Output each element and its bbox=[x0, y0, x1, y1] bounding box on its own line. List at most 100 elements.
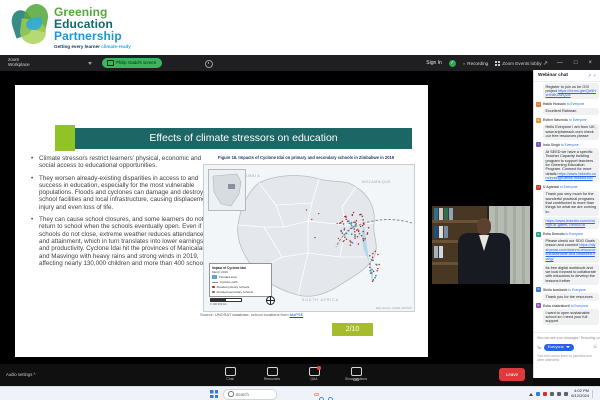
chat-message: U U Agarwal to Everyone Thank you very m… bbox=[536, 185, 599, 229]
zoom-events-lobby-link[interactable]: Zoom Events lobby ↗ bbox=[495, 60, 548, 67]
slide-title-accent bbox=[55, 125, 75, 151]
slide-bullet-list: Climate stressors restrict learners’ phy… bbox=[31, 155, 215, 272]
external-link-icon: ↗ bbox=[543, 61, 548, 67]
zoom-workplace-logo: zoomWorkplace bbox=[8, 57, 30, 68]
avatar: S bbox=[536, 287, 541, 292]
start-button-icon[interactable] bbox=[210, 390, 218, 398]
flooded-area-swatch bbox=[212, 275, 217, 279]
avatar: U bbox=[536, 185, 541, 190]
compass-icon bbox=[266, 296, 275, 305]
avatar: E bbox=[536, 118, 541, 123]
figure-source: Source: UNOSAT database, school location… bbox=[200, 312, 303, 317]
secondary-school-swatch bbox=[212, 291, 215, 294]
source-link[interactable]: MoPSE bbox=[290, 312, 304, 317]
close-button[interactable]: × bbox=[586, 60, 594, 66]
avatar: I bbox=[536, 142, 541, 147]
chat-message-list[interactable]: Register to join us for GSI project http… bbox=[534, 82, 600, 332]
chevron-down-icon[interactable] bbox=[88, 62, 92, 65]
avatar: H bbox=[536, 102, 541, 107]
chat-message: H Habib Hussain to Everyone Excellent Ra… bbox=[536, 102, 599, 115]
chat-disclaimer: Your text can be seen by panelists and o… bbox=[537, 355, 597, 363]
tray-app-icon[interactable] bbox=[536, 392, 540, 396]
chat-recipient-selector[interactable]: Everyone bbox=[544, 344, 574, 351]
presentation-slide: Effects of climate stressors on educatio… bbox=[15, 85, 428, 357]
top-banner: Greening Education Partnership Getting e… bbox=[0, 0, 600, 55]
map-scale-bar: 0 100 200 km bbox=[210, 298, 242, 306]
chat-message: I Indu Singh to Everyone At SEED we have… bbox=[536, 142, 599, 182]
tray-chevron-icon[interactable] bbox=[529, 393, 533, 396]
monitor-icon bbox=[107, 60, 114, 66]
panelist-video-tile bbox=[432, 206, 530, 284]
audio-settings-button[interactable]: Audio settings ^ bbox=[6, 372, 35, 377]
document-icon bbox=[267, 367, 278, 376]
primary-school-swatch bbox=[212, 286, 215, 289]
taskbar-clock[interactable]: 4:02 PM 6/12/2024 bbox=[571, 389, 589, 398]
chat-to-label: To: bbox=[537, 346, 542, 350]
shared-screen-badge[interactable]: Philip Gadd's screen bbox=[102, 58, 162, 68]
chat-bubble: Its free digital workbook and we look fo… bbox=[543, 264, 599, 285]
desktop-screen: Greening Education Partnership Getting e… bbox=[0, 0, 600, 400]
chat-header: Webinar chat ↗× bbox=[534, 70, 600, 82]
chat-bubble: Please check our SDG Goals lesson and co… bbox=[543, 238, 599, 263]
logo-tagline: Getting every learner climate-ready bbox=[54, 44, 131, 49]
system-tray: 4:02 PM 6/12/2024 bbox=[529, 387, 596, 400]
sign-in-button[interactable]: Sign In bbox=[426, 60, 442, 66]
chat-bubble: Thank you very much for the wonderful pr… bbox=[543, 191, 599, 216]
qa-notification-badge bbox=[317, 366, 321, 370]
volume-icon[interactable] bbox=[557, 392, 561, 396]
svg-text:SOUTH AFRICA: SOUTH AFRICA bbox=[302, 298, 339, 302]
chat-message: E Esther Navendu to Everyone Hello Every… bbox=[536, 118, 599, 140]
chat-sender: Esther Navendu to Everyone bbox=[543, 118, 587, 122]
chat-message-link[interactable]: https://www.linkedin.com/in/singh-dr-gat… bbox=[546, 219, 595, 227]
chat-message: E Esha chakraborti to Everyone I want to… bbox=[536, 303, 599, 325]
chat-sender: Habib Hussain to Everyone bbox=[543, 102, 584, 106]
chat-bubble: https://www.linkedin.com/in/singh-dr-gat… bbox=[543, 217, 599, 229]
chat-composer: Who can see your messages? Recording on … bbox=[534, 332, 600, 378]
chat-bubble-icon bbox=[225, 367, 236, 376]
resources-button[interactable]: Resources bbox=[256, 366, 288, 381]
logo-wordmark: Greening Education Partnership bbox=[54, 6, 122, 42]
taskbar-search[interactable]: Search bbox=[223, 389, 277, 400]
show-desktop-button[interactable] bbox=[592, 390, 596, 398]
chat-bubble: Excellent Rahman bbox=[543, 108, 599, 115]
panelist-person bbox=[456, 216, 512, 284]
slide-bullet: They worsen already-existing disparities… bbox=[31, 175, 215, 211]
chat-bubble: Register to join us for GSI project http… bbox=[543, 83, 599, 99]
windows-taskbar: Search 4:02 PM 6/12/2024 bbox=[0, 386, 600, 400]
chat-title: Webinar chat bbox=[538, 73, 568, 78]
slide-title: Effects of climate stressors on educatio… bbox=[75, 128, 412, 149]
qa-bubble-icon bbox=[309, 367, 320, 376]
network-icon[interactable] bbox=[550, 392, 554, 396]
chat-sender: Indu Singh to Everyone bbox=[543, 143, 579, 147]
chat-visibility-note: Who can see your messages? Recording on bbox=[537, 336, 600, 340]
chat-sender: Esha Dewudu to Everyone bbox=[543, 232, 583, 236]
chat-button[interactable]: Chat bbox=[214, 366, 246, 381]
figure-title: Figure 16. Impacts of Cyclone Idai on pr… bbox=[198, 155, 414, 160]
tray-app-icon[interactable] bbox=[543, 392, 547, 396]
greening-education-partnership-logo: Greening Education Partnership Getting e… bbox=[10, 4, 160, 52]
close-chat-icon[interactable]: × bbox=[593, 73, 598, 78]
security-shield-icon[interactable]: ✓ bbox=[449, 60, 456, 67]
show-captions-button[interactable]: CC Show captions bbox=[340, 366, 372, 381]
search-icon bbox=[228, 391, 234, 397]
screen-share-area: Effects of climate stressors on educatio… bbox=[0, 71, 600, 364]
grid-icon bbox=[495, 61, 500, 66]
chat-sender: Esha chakraborti to Everyone bbox=[543, 304, 588, 308]
chat-bubble: At SEED we have a specific Teacher Capac… bbox=[543, 148, 599, 182]
zoom-window: zoomWorkplace Philip Gadd's screen Sign … bbox=[0, 55, 600, 386]
chat-message: Register to join us for GSI project http… bbox=[536, 83, 599, 99]
avatar: E bbox=[536, 232, 541, 237]
battery-icon[interactable] bbox=[564, 392, 568, 396]
map-legend: Impact of Cyclone Idai March 2019 Floode… bbox=[209, 263, 272, 297]
minimize-button[interactable]: — bbox=[555, 60, 565, 66]
qa-button[interactable]: Q&A bbox=[298, 366, 330, 381]
maximize-button[interactable]: □ bbox=[572, 60, 580, 66]
slide-page-number: 2/10 bbox=[332, 323, 373, 336]
cyclone-path-swatch bbox=[212, 282, 218, 283]
timer-icon bbox=[205, 60, 213, 68]
zimbabwe-map: ZAMBIA MOZAMBIQUE BOTSWANA SOUTH AFRICA … bbox=[203, 164, 415, 312]
zoom-titlebar: zoomWorkplace Philip Gadd's screen Sign … bbox=[0, 55, 600, 72]
leave-button[interactable]: Leave bbox=[499, 368, 525, 381]
emoji-picker-icon[interactable]: ☺ bbox=[592, 344, 598, 351]
avatar: E bbox=[536, 303, 541, 308]
